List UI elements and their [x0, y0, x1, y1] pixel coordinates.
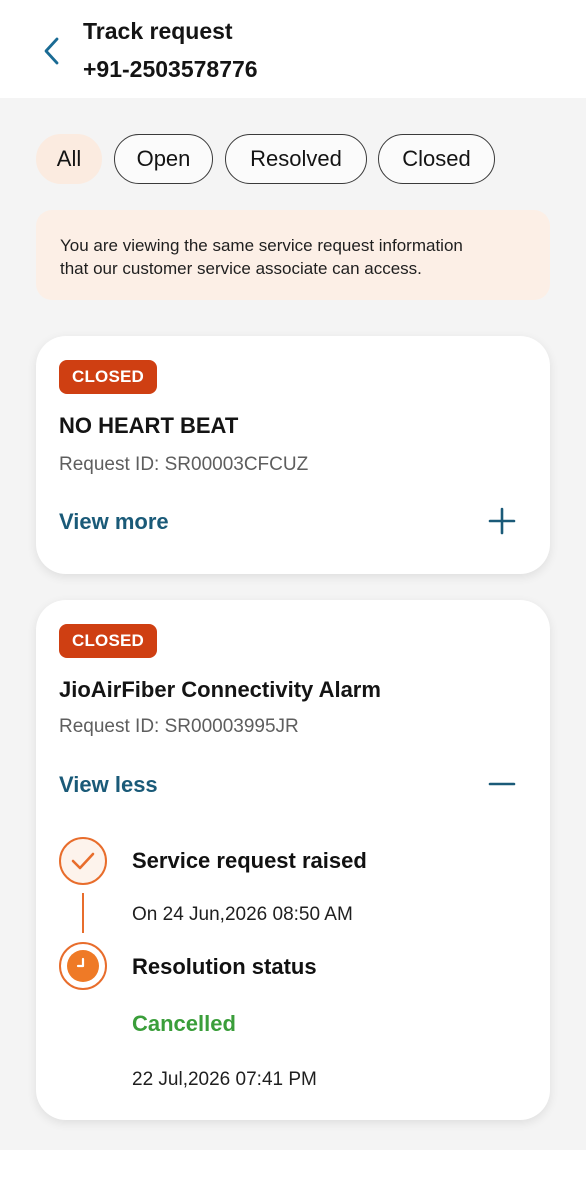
info-text-line1: You are viewing the same service request… [60, 236, 463, 255]
step-date: On 24 Jun,2026 08:50 AM [132, 904, 353, 925]
step-complete-marker [59, 837, 107, 885]
back-button[interactable] [36, 34, 70, 68]
view-less-link[interactable]: View less [59, 772, 158, 798]
filter-chip-closed[interactable]: Closed [378, 134, 495, 184]
page-title: Track request [83, 18, 233, 44]
filter-chip-open[interactable]: Open [114, 134, 213, 184]
timeline-connector [82, 893, 84, 933]
request-id: Request ID: SR00003CFCUZ [59, 454, 309, 475]
app-header: Track request +91-2503578776 [0, 0, 586, 98]
filter-chip-label: Closed [402, 146, 471, 171]
step-title: Resolution status [132, 954, 317, 979]
main-content: All Open Resolved Closed You are viewing… [0, 98, 586, 1150]
view-more-link[interactable]: View more [59, 509, 169, 535]
clock-icon [76, 957, 85, 968]
info-banner: You are viewing the same service request… [36, 210, 550, 300]
step-pending-marker [59, 942, 107, 990]
request-card: CLOSED JioAirFiber Connectivity Alarm Re… [36, 600, 550, 1120]
plus-icon[interactable] [488, 507, 516, 535]
request-title: NO HEART BEAT [59, 413, 239, 438]
resolution-status: Cancelled [132, 1011, 236, 1036]
request-id: Request ID: SR00003995JR [59, 716, 299, 737]
filter-chip-all[interactable]: All [36, 134, 102, 184]
phone-number: +91-2503578776 [83, 56, 258, 82]
step-title: Service request raised [132, 848, 367, 873]
chevron-left-icon [44, 37, 59, 65]
info-text-line2: that our customer service associate can … [60, 259, 422, 278]
filter-chip-label: Open [136, 146, 191, 171]
request-title: JioAirFiber Connectivity Alarm [59, 677, 381, 702]
status-badge: CLOSED [59, 360, 158, 394]
filter-chip-label: All [56, 146, 82, 171]
status-badge: CLOSED [59, 624, 158, 658]
filter-chip-label: Resolved [250, 146, 342, 171]
filter-chip-resolved[interactable]: Resolved [225, 134, 367, 184]
minus-icon[interactable] [488, 770, 516, 798]
request-card: CLOSED NO HEART BEAT Request ID: SR00003… [36, 336, 550, 574]
check-icon [71, 852, 95, 870]
step-date: 22 Jul,2026 07:41 PM [132, 1069, 317, 1090]
